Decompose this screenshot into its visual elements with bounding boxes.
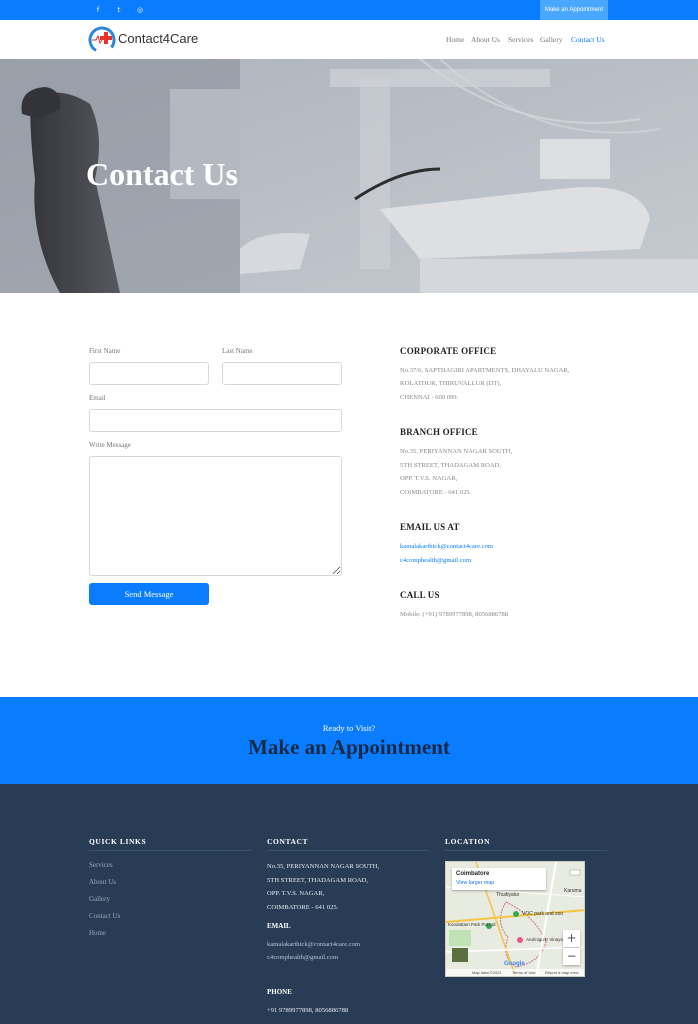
- footer-email-link[interactable]: kamalakarthick@contact4care.com: [267, 941, 360, 948]
- contact-heading: CONTACT: [267, 837, 309, 846]
- email-link[interactable]: kamalakarthick@contact4care.com: [400, 543, 493, 550]
- map-label: VOC park and zoo: [522, 911, 564, 917]
- branch-address-line: 5TH STREET, THADAGAM ROAD,: [400, 462, 502, 469]
- divider: [267, 850, 429, 851]
- location-map[interactable]: Coimbatore View larger map Thudiyalur Ka…: [445, 861, 585, 977]
- phone-numbers: Mobile: (+91) 9789977898, 8056886788: [400, 611, 509, 618]
- send-message-button[interactable]: Send Message: [89, 583, 209, 605]
- map-data-credit: Map data ©2021: [472, 970, 502, 975]
- appointment-banner[interactable]: Ready to Visit? Make an Appointment: [0, 697, 698, 784]
- map-zoom-out-button[interactable]: −: [563, 948, 580, 965]
- footer-address-line: No.35, PERIYANNAN NAGAR SOUTH,: [267, 863, 380, 870]
- page-title: Contact Us: [86, 156, 238, 192]
- facebook-icon[interactable]: f: [92, 4, 104, 16]
- nav-services[interactable]: Services: [508, 35, 533, 44]
- nav-home[interactable]: Home: [446, 35, 464, 44]
- map-label: Kondattam Park Pvt Ltd: [448, 922, 496, 927]
- top-bar: f t ◎ Make an Appointment: [0, 0, 698, 20]
- site-header: Contact4Care Home About Us Services Gall…: [0, 20, 698, 59]
- call-us-heading: CALL US: [400, 590, 440, 600]
- map-report-link[interactable]: Report a map error: [545, 970, 579, 975]
- footer-email-heading: EMAIL: [267, 922, 291, 930]
- map-label: Thudiyalur: [496, 892, 520, 898]
- corporate-address-line: KOLATHUR, THIRUVALLUR (DT),: [400, 380, 502, 387]
- message-textarea[interactable]: [89, 456, 342, 576]
- map-footer: Google Map data ©2021 Terms of Use Repor…: [446, 961, 584, 976]
- branch-address-line: OPP. T.V.S. NAGAR,: [400, 475, 458, 482]
- divider: [445, 850, 607, 851]
- map-info-card: Coimbatore View larger map: [452, 868, 546, 890]
- make-appointment-button[interactable]: Make an Appointment: [540, 0, 608, 20]
- footer-link-home[interactable]: Home: [89, 929, 106, 937]
- corporate-office-heading: CORPORATE OFFICE: [400, 346, 497, 356]
- footer-phone-heading: PHONE: [267, 988, 292, 996]
- view-larger-map-link[interactable]: View larger map: [456, 880, 494, 886]
- google-logo: Google: [504, 961, 525, 967]
- nav-about-us[interactable]: About Us: [471, 35, 500, 44]
- last-name-field[interactable]: [222, 362, 342, 385]
- footer-link-contact-us[interactable]: Contact Us: [89, 912, 120, 920]
- map-terms-link[interactable]: Terms of Use: [512, 970, 536, 975]
- last-name-label: Last Name: [222, 347, 253, 355]
- corporate-address-line: CHENNAI - 600 099.: [400, 394, 459, 401]
- banner-title[interactable]: Make an Appointment: [0, 735, 698, 760]
- branch-address-line: No.35, PERIYANNAN NAGAR SOUTH,: [400, 448, 513, 455]
- email-field[interactable]: [89, 409, 342, 432]
- first-name-label: First Name: [89, 347, 121, 355]
- email-link[interactable]: c4comphealth@gmail.com: [400, 557, 471, 564]
- email-heading: EMAIL US AT: [400, 522, 460, 532]
- quick-links-heading: QUICK LINKS: [89, 837, 147, 846]
- twitter-icon[interactable]: t: [113, 4, 125, 16]
- nav-gallery[interactable]: Gallery: [540, 35, 563, 44]
- corporate-address-line: No.37/6, SAPTHAGIRI APARTMENTS, DHAYALU …: [400, 367, 570, 374]
- footer-link-about-us[interactable]: About Us: [89, 878, 116, 886]
- instagram-icon[interactable]: ◎: [134, 4, 146, 16]
- map-place-name: Coimbatore: [456, 871, 490, 877]
- hero-banner: Contact Us: [0, 59, 698, 293]
- message-label: Write Message: [89, 441, 131, 449]
- location-heading: LOCATION: [445, 837, 491, 846]
- nav-contact-us[interactable]: Contact Us: [571, 35, 605, 44]
- footer-email-link[interactable]: c4comphealth@gmail.com: [267, 954, 338, 961]
- branch-address-line: COIMBATORE - 641 025.: [400, 489, 472, 496]
- footer-address-line: 5TH STREET, THADAGAM ROAD,: [267, 877, 369, 884]
- footer-address-line: COIMBATORE - 641 025.: [267, 904, 339, 911]
- first-name-field[interactable]: [89, 362, 209, 385]
- site-footer: QUICK LINKS CONTACT LOCATION: [0, 784, 698, 1024]
- footer-link-gallery[interactable]: Gallery: [89, 895, 110, 903]
- footer-link-services[interactable]: Services: [89, 861, 113, 869]
- logo-icon[interactable]: [88, 26, 116, 54]
- logo-text[interactable]: Contact4Care: [118, 31, 198, 46]
- map-label: Karuma: [564, 888, 582, 894]
- divider: [89, 850, 251, 851]
- banner-subtitle: Ready to Visit?: [322, 723, 376, 733]
- map-zoom-in-button[interactable]: +: [563, 930, 580, 947]
- email-label: Email: [89, 394, 106, 402]
- footer-address-line: OPP. T.V.S. NAGAR,: [267, 890, 325, 897]
- footer-phone: +91 9789977898, 8056886788: [267, 1007, 349, 1014]
- branch-office-heading: BRANCH OFFICE: [400, 427, 478, 437]
